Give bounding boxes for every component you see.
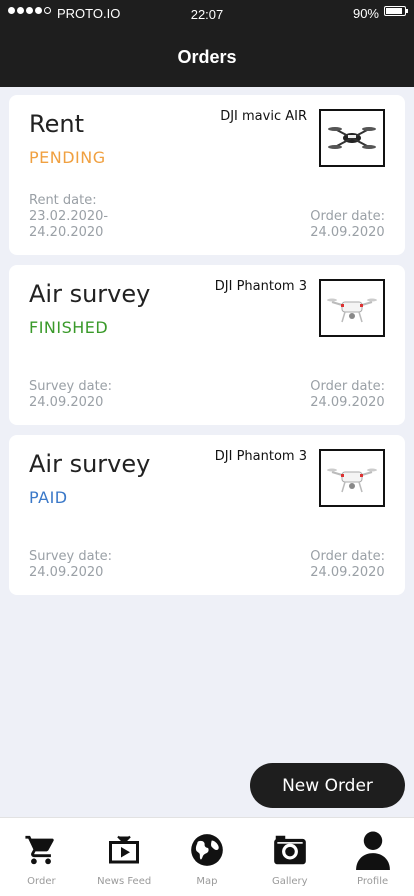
service-type: Air survey [29,450,151,478]
survey-date-label: Survey date: [29,549,113,564]
drone-phantom-icon [319,279,385,337]
survey-date: Survey date: 24.09.2020 [29,379,112,411]
order-date-value: 24.09.2020 [310,225,385,240]
drone-name: DJI Phantom 3 [214,449,307,464]
order-status: FINISHED [29,318,109,337]
person-icon [353,830,393,870]
clock: 22:07 [190,7,224,22]
tab-news-feed[interactable]: News Feed [83,818,166,896]
survey-date: Survey date: 24.09.2020 [29,549,112,581]
order-date: Order date: 24.09.2020 [310,379,385,411]
drone-mavic-icon [319,109,385,167]
tab-gallery-label: Gallery [271,876,308,887]
status-bar: PROTO.IO 22:07 90% [0,0,414,26]
tv-play-icon [104,830,144,870]
tab-map[interactable]: Map [166,818,249,896]
tab-news-feed-label: News Feed [97,876,152,887]
rent-date-start: 23.02.2020- [29,209,109,224]
drone-phantom-icon [319,449,385,507]
service-type: Air survey [29,280,151,308]
battery-icon [384,6,408,16]
tab-gallery[interactable]: Gallery [248,818,331,896]
rent-date: Rent date: 23.02.2020- 24.20.2020 [29,193,108,241]
order-card[interactable]: Rent PENDING DJI mavic AIR Rent date: 23… [9,95,405,255]
tab-profile[interactable]: Profile [331,818,414,896]
order-date-label: Order date: [310,209,385,224]
order-date: Order date: 24.09.2020 [310,549,385,581]
survey-date-label: Survey date: [29,379,113,394]
new-order-button[interactable]: New Order [250,763,405,808]
survey-date-value: 24.09.2020 [29,395,104,410]
service-type: Rent [29,110,84,138]
order-date: Order date: 24.09.2020 [310,209,385,241]
order-card[interactable]: Air survey PAID DJI Phantom 3 Survey dat… [9,435,405,595]
cart-icon [21,830,61,870]
order-date-label: Order date: [310,379,385,394]
camera-icon [270,830,310,870]
order-card[interactable]: Air survey FINISHED DJI Phantom 3 Survey… [9,265,405,425]
drone-name: DJI Phantom 3 [214,279,307,294]
order-date-label: Order date: [310,549,385,564]
rent-date-label: Rent date: [29,193,97,208]
top-bar: PROTO.IO 22:07 90% Orders [0,0,414,87]
tab-order-label: Order [27,876,56,887]
tab-map-label: Map [196,876,218,887]
order-status: PENDING [29,148,106,167]
order-status: PAID [29,488,68,507]
page-title: Orders [177,47,237,67]
battery-percent: 90% [352,6,379,21]
rent-date-end: 24.20.2020 [29,225,104,240]
tab-order[interactable]: Order [0,818,83,896]
order-date-value: 24.09.2020 [310,395,385,410]
globe-icon [187,830,227,870]
tab-profile-label: Profile [357,876,389,887]
order-date-value: 24.09.2020 [310,565,385,580]
survey-date-value: 24.09.2020 [29,565,104,580]
drone-name: DJI mavic AIR [220,109,307,124]
tab-bar: Order News Feed Map Gallery Profile [0,817,414,896]
